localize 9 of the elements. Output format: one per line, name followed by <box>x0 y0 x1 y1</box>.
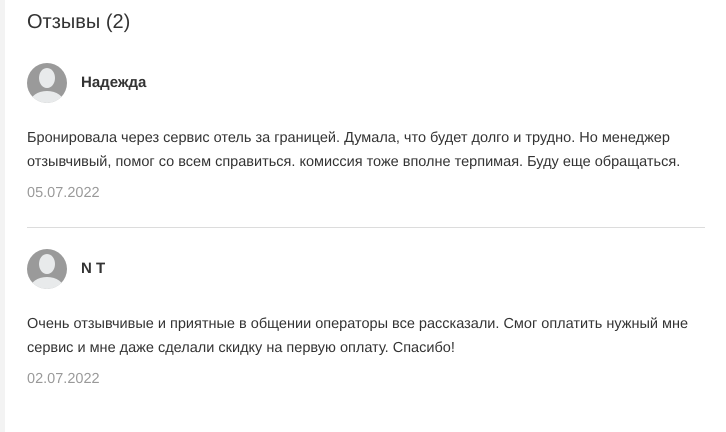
author-name: Надежда <box>81 72 146 93</box>
reviews-heading: Отзывы (2) <box>27 10 130 35</box>
avatar-icon <box>27 63 67 103</box>
author-name: N T <box>81 258 106 279</box>
avatar-icon <box>27 249 67 289</box>
review-date: 02.07.2022 <box>27 370 100 389</box>
review-text: Очень отзывчивые и приятные в общении операторы все рассказали. Смог оплатить нужный мне сервис и мне даже сделали скидку на первую оплату. Спасибо! <box>27 315 690 358</box>
review-date: 05.07.2022 <box>27 184 100 203</box>
review-text: Бронировала через сервис отель за границей. Думала, что будет долго и трудно. Но менеджер отзывчивый, помог со всем справиться. комиссия тоже вполне терпимая. Буду еще обращаться. <box>27 129 682 172</box>
